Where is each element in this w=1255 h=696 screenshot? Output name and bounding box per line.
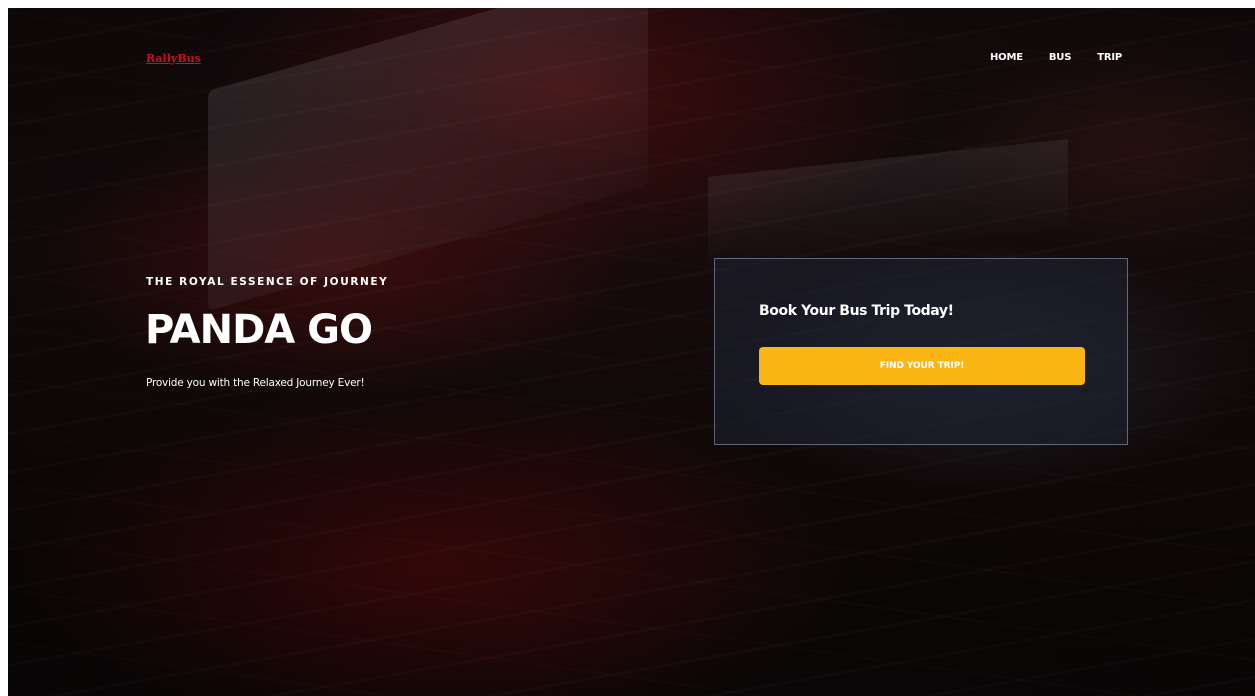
nav-bus-link[interactable]: BUS (1049, 52, 1072, 63)
hero-title: PANDA GO (145, 307, 373, 353)
nav-home-link[interactable]: HOME (990, 52, 1023, 63)
logo-link[interactable]: RallyBus (146, 52, 201, 65)
booking-card: Book Your Bus Trip Today! FIND YOUR TRIP… (714, 258, 1128, 445)
hero-eyebrow: THE ROYAL ESSENCE OF JOURNEY (146, 276, 389, 288)
main-nav: HOME BUS TRIP (990, 52, 1122, 63)
find-trip-button[interactable]: FIND YOUR TRIP! (759, 347, 1085, 385)
hero-section: RallyBus HOME BUS TRIP THE ROYAL ESSENCE… (8, 8, 1255, 696)
nav-trip-link[interactable]: TRIP (1097, 52, 1122, 63)
booking-card-title: Book Your Bus Trip Today! (759, 303, 954, 319)
hero-tagline: Provide you with the Relaxed Journey Eve… (146, 377, 365, 389)
